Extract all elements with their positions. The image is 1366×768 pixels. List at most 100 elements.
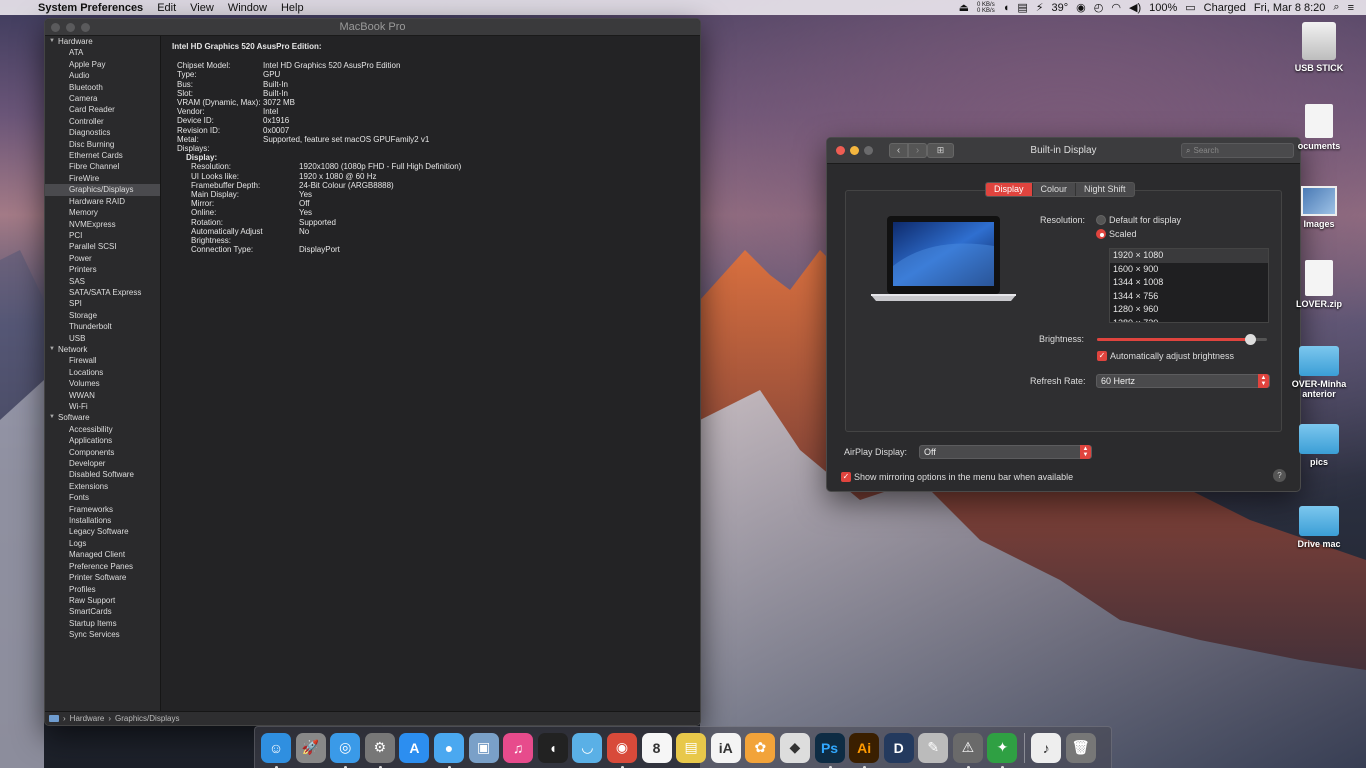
app-store-icon[interactable]: A (399, 732, 430, 763)
resolution-option[interactable]: 1280 × 720 (1110, 317, 1268, 322)
headphones-icon[interactable]: ◖ (537, 732, 568, 763)
path-current[interactable]: Graphics/Displays (115, 712, 179, 725)
sidebar-item[interactable]: Controller (45, 116, 160, 127)
chrome-icon[interactable]: ◉ (606, 732, 637, 768)
battery-status[interactable]: Charged (1204, 2, 1246, 14)
sidebar-item[interactable]: Fibre Channel (45, 161, 160, 172)
sidebar-item[interactable]: Frameworks (45, 504, 160, 515)
sidebar-item[interactable]: Graphics/Displays (45, 184, 160, 196)
diablo-icon[interactable]: D (883, 732, 914, 763)
mirroring-checkbox[interactable]: ✓ Show mirroring options in the menu bar… (841, 472, 1073, 482)
sidebar-item[interactable]: SmartCards (45, 606, 160, 617)
airplay-popup[interactable]: Off ▲ ▼ (919, 445, 1092, 459)
menu-edit[interactable]: Edit (150, 2, 183, 14)
sidebar-item[interactable]: Printer Software (45, 572, 160, 583)
safari-icon[interactable]: ◎ (330, 732, 361, 768)
sidebar-item[interactable]: Thunderbolt (45, 321, 160, 332)
music-folder-icon[interactable]: ♪ (1031, 732, 1062, 763)
sidebar-item[interactable]: Printers (45, 264, 160, 275)
sidebar-item[interactable]: NVMExpress (45, 219, 160, 230)
temperature[interactable]: 39° (1052, 2, 1069, 14)
help-button[interactable]: ? (1273, 469, 1286, 482)
search-field[interactable]: ⌕ (1181, 143, 1294, 158)
sidebar-item[interactable]: Disc Burning (45, 139, 160, 150)
preview-icon[interactable]: ▣ (468, 732, 499, 763)
script-editor-icon[interactable]: ✎ (918, 732, 949, 763)
menu-window[interactable]: Window (221, 2, 274, 14)
utility-icon[interactable]: ⚠ (952, 732, 983, 768)
close-button[interactable] (51, 23, 60, 32)
sidebar-group-software[interactable]: ▼ Software (45, 412, 160, 423)
show-all-button[interactable]: ⊞ (927, 143, 954, 158)
trash-icon[interactable]: 🗑 (1065, 732, 1096, 763)
sidebar-item[interactable]: Preference Panes (45, 561, 160, 572)
desktop-icon[interactable]: LOVER.zip (1286, 260, 1352, 309)
radio-scaled[interactable]: Scaled (1096, 229, 1137, 239)
sidebar-item[interactable]: Startup Items (45, 618, 160, 629)
menu-view[interactable]: View (183, 2, 221, 14)
tab-display[interactable]: Display (986, 183, 1033, 196)
sidebar-item[interactable]: SAS (45, 276, 160, 287)
sidebar-item[interactable]: Wi-Fi (45, 401, 160, 412)
sidebar-item[interactable]: Locations (45, 367, 160, 378)
sidebar-item[interactable]: Logs (45, 538, 160, 549)
messages-icon[interactable]: ● (433, 732, 464, 768)
sidebar-item[interactable]: Developer (45, 458, 160, 469)
resolution-option[interactable]: 1344 × 756 (1110, 290, 1268, 304)
sidebar-group-hardware[interactable]: ▼ Hardware (45, 36, 160, 47)
tweetbot-icon[interactable]: ◡ (572, 732, 603, 763)
clipboard-icon[interactable]: ▤ (1017, 1, 1027, 14)
sidebar-item[interactable]: Apple Pay (45, 59, 160, 70)
disclosure-triangle-icon[interactable]: ▼ (49, 36, 58, 47)
finder-icon[interactable]: ☺ (261, 732, 291, 768)
sidebar-item[interactable]: PCI (45, 230, 160, 241)
clock[interactable]: Fri, Mar 8 8:20 (1254, 2, 1326, 14)
sidebar-item[interactable]: USB (45, 333, 160, 344)
headphones-icon[interactable]: ◖ (1003, 2, 1010, 14)
sidebar-item[interactable]: Audio (45, 70, 160, 81)
desktop-icon[interactable]: ocuments (1286, 104, 1352, 151)
desktop-icon[interactable]: OVER-Minha anterior (1286, 346, 1352, 399)
forward-button[interactable]: › (908, 143, 927, 158)
sidebar-item[interactable]: SATA/SATA Express (45, 287, 160, 298)
spotlight-icon[interactable]: ⌕ (1333, 1, 1339, 14)
sidebar-item[interactable]: FireWire (45, 173, 160, 184)
zoom-button[interactable] (81, 23, 90, 32)
sidebar-item[interactable]: Hardware RAID (45, 196, 160, 207)
sidebar-item[interactable]: Disabled Software (45, 469, 160, 480)
sidebar-item[interactable]: Firewall (45, 355, 160, 366)
battery-icon[interactable]: ▭ (1185, 1, 1195, 14)
sidebar-item[interactable]: Storage (45, 310, 160, 321)
desktop-icon[interactable]: pics (1286, 424, 1352, 467)
sidebar-item[interactable]: Sync Services (45, 629, 160, 640)
sidebar-item[interactable]: Managed Client (45, 549, 160, 560)
disclosure-triangle-icon[interactable]: ▼ (49, 344, 58, 355)
minimize-button[interactable] (850, 146, 859, 155)
sidebar-item[interactable]: Applications (45, 435, 160, 446)
sidebar-item[interactable]: Ethernet Cards (45, 150, 160, 161)
back-button[interactable]: ‹ (889, 143, 908, 158)
time-machine-icon[interactable]: ◴ (1094, 1, 1104, 14)
brightness-slider[interactable] (1097, 334, 1267, 345)
sidebar-item[interactable]: Fonts (45, 492, 160, 503)
close-button[interactable] (836, 146, 845, 155)
notes-icon[interactable]: ▤ (676, 732, 707, 763)
sidebar-item[interactable]: Memory (45, 207, 160, 218)
illustrator-icon[interactable]: Ai (849, 732, 880, 768)
resolution-option[interactable]: 1920 × 1080 (1110, 249, 1268, 263)
menu-help[interactable]: Help (274, 2, 311, 14)
sidebar-item[interactable]: Volumes (45, 378, 160, 389)
sidebar-item[interactable]: Diagnostics (45, 127, 160, 138)
disclosure-triangle-icon[interactable]: ▼ (49, 412, 58, 423)
sidebar-item[interactable]: Profiles (45, 584, 160, 595)
sidebar-item[interactable]: WWAN (45, 390, 160, 401)
sidebar-item[interactable]: Power (45, 253, 160, 264)
prefs-titlebar[interactable]: ‹ › ⊞ Built-in Display ⌕ (827, 138, 1300, 164)
gem-icon[interactable]: ✦ (987, 732, 1018, 768)
resolution-list[interactable]: 1920 × 1080 1600 × 900 1344 × 1008 1344 × 7… (1109, 248, 1269, 323)
sidebar-group-network[interactable]: ▼ Network (45, 344, 160, 355)
tab-night-shift[interactable]: Night Shift (1076, 183, 1134, 196)
sidebar-item[interactable]: Bluetooth (45, 82, 160, 93)
usb-icon[interactable]: ⚡ (1036, 1, 1044, 14)
eye-icon[interactable]: ◉ (1076, 1, 1086, 14)
